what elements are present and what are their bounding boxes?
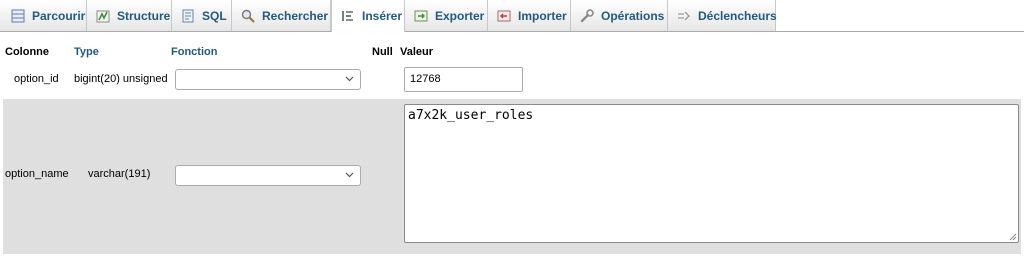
chevron-down-icon	[345, 172, 354, 178]
tab-export-label: Exporter	[435, 8, 485, 23]
structure-icon	[96, 10, 110, 22]
tab-import[interactable]: Importer	[488, 0, 571, 31]
function-select[interactable]	[175, 165, 361, 186]
triggers-icon	[678, 11, 690, 20]
tab-insert-label: Insérer	[362, 9, 403, 23]
table-tab-bar: Parcourir Structure SQL Rechercher Insér…	[0, 0, 1024, 32]
tab-list: Parcourir Structure SQL Rechercher Insér…	[0, 0, 777, 32]
value-textarea[interactable]: a7x2k_user_roles	[404, 104, 1019, 243]
resize-grip-icon[interactable]	[1009, 233, 1017, 241]
tab-search[interactable]: Rechercher	[232, 0, 331, 31]
tab-operations[interactable]: Opérations	[571, 0, 668, 31]
value-textarea-text: a7x2k_user_roles	[408, 108, 534, 123]
header-null: Null	[372, 46, 393, 58]
tab-export[interactable]: Exporter	[405, 0, 488, 31]
column-type: bigint(20) unsigned	[74, 73, 168, 85]
browse-icon	[11, 9, 25, 22]
sql-icon	[182, 9, 194, 22]
import-icon	[497, 10, 511, 21]
tab-import-label: Importer	[518, 8, 567, 23]
insert-icon	[342, 11, 353, 21]
tab-browse[interactable]: Parcourir	[0, 0, 87, 31]
tab-sql-label: SQL	[202, 8, 227, 23]
function-select[interactable]	[175, 69, 361, 90]
header-column: Colonne	[5, 46, 49, 58]
search-icon	[241, 9, 255, 23]
tab-sql[interactable]: SQL	[172, 0, 232, 31]
column-name: option_name	[5, 168, 69, 180]
tab-search-label: Rechercher	[262, 8, 329, 23]
tab-operations-label: Opérations	[601, 8, 665, 23]
tab-triggers[interactable]: Déclencheurs	[668, 0, 777, 31]
table-row: option_name varchar(191) a7x2k_user_role…	[3, 99, 1021, 254]
tab-structure[interactable]: Structure	[87, 0, 172, 31]
tab-triggers-label: Déclencheurs	[698, 8, 777, 23]
chevron-down-icon	[345, 76, 354, 82]
tab-insert[interactable]: Insérer	[331, 0, 405, 32]
column-type: varchar(191)	[88, 168, 151, 180]
wrench-icon	[580, 8, 594, 22]
export-icon	[414, 10, 428, 21]
table-header: Colonne Type Fonction Null Valeur	[3, 44, 1021, 60]
tab-browse-label: Parcourir	[32, 8, 86, 23]
header-value: Valeur	[400, 46, 434, 58]
header-function[interactable]: Fonction	[171, 46, 217, 58]
tab-structure-label: Structure	[117, 8, 171, 23]
insert-form-table: Colonne Type Fonction Null Valeur option…	[3, 44, 1021, 254]
value-input[interactable]: 12768	[404, 67, 523, 92]
header-type[interactable]: Type	[74, 46, 99, 58]
table-row: option_id bigint(20) unsigned 12768	[3, 62, 1021, 97]
column-name: option_id	[14, 73, 59, 85]
